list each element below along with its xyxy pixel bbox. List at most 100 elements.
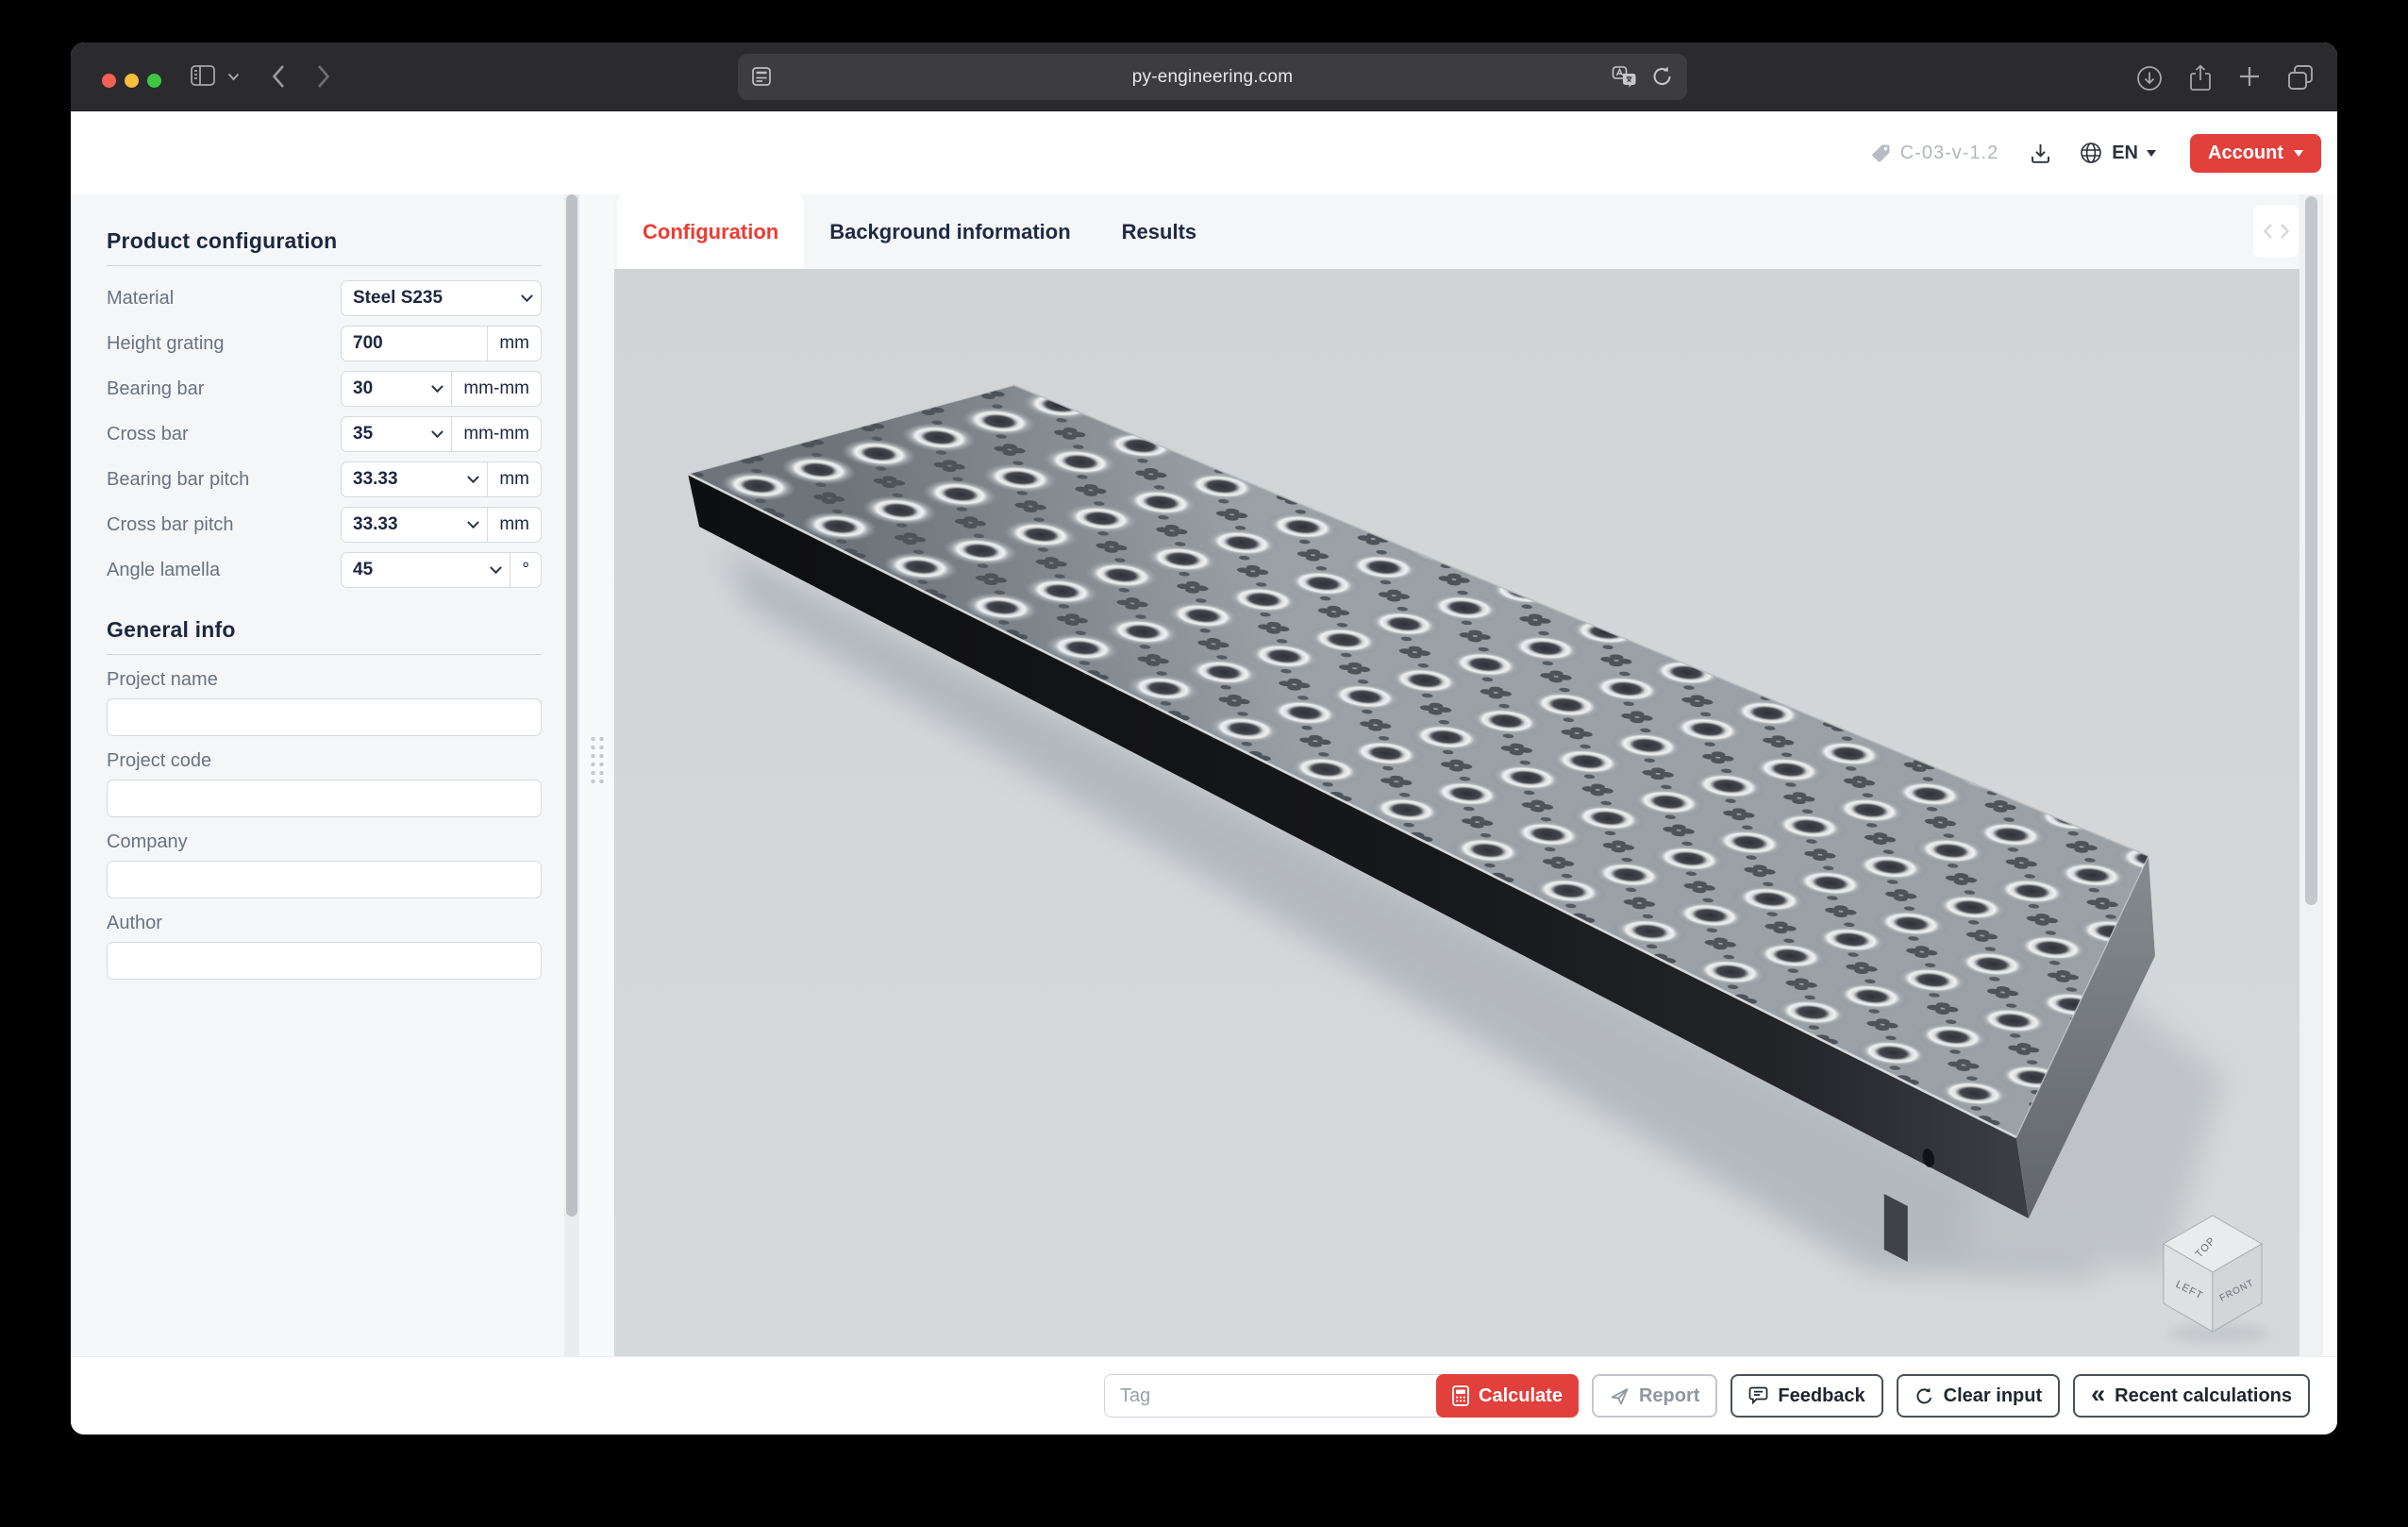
chevron-down-icon (423, 417, 451, 451)
recent-calculations-button[interactable]: « Recent calculations (2073, 1374, 2310, 1418)
browser-titlebar: py-engineering.com (71, 42, 2337, 111)
author-input[interactable] (107, 942, 542, 980)
calculator-icon (1452, 1385, 1469, 1406)
forward-icon (316, 63, 331, 90)
translate-icon[interactable] (1612, 65, 1636, 92)
zoom-window-button[interactable] (147, 74, 161, 88)
config-row-cross-bar: Cross bar 35 mm-mm (107, 411, 542, 457)
config-row-angle-lamella: Angle lamella 45 ° (107, 547, 542, 593)
pager-next-icon[interactable] (2280, 223, 2290, 240)
pager-prev-icon[interactable] (2263, 223, 2273, 240)
main-panel: Configuration Background information Res… (614, 194, 2299, 1356)
url-text: py-engineering.com (738, 67, 1687, 88)
tab-overview-button[interactable] (2286, 64, 2315, 97)
refresh-icon (1915, 1386, 1934, 1406)
chevron-down-icon (459, 508, 487, 542)
share-button[interactable] (2188, 64, 2213, 97)
cross-bar-unit: mm-mm (451, 417, 541, 451)
chevron-down-icon (423, 372, 451, 406)
account-button[interactable]: Account (2190, 134, 2321, 173)
new-tab-button[interactable] (2237, 64, 2262, 97)
tag-icon (1870, 143, 1892, 164)
cross-bar-pitch-select[interactable]: 33.33 (342, 508, 459, 542)
bearing-bar-pitch-unit: mm (487, 462, 541, 496)
sidebar-menu-chevron[interactable] (227, 73, 240, 81)
bearing-bar-select[interactable]: 30 (342, 372, 423, 406)
forward-button[interactable] (316, 63, 331, 90)
reader-icon[interactable] (751, 66, 772, 92)
sidebar-toggle-icon (190, 63, 216, 88)
bearing-bar-pitch-label: Bearing bar pitch (107, 469, 249, 491)
tag-input[interactable] (1104, 1374, 1491, 1418)
caret-down-icon (2294, 150, 2303, 161)
general-info-heading: General info (107, 617, 542, 655)
config-row-cross-bar-pitch: Cross bar pitch 33.33 mm (107, 502, 542, 547)
tab-results[interactable]: Results (1096, 194, 1222, 269)
config-row-bearing-bar-pitch: Bearing bar pitch 33.33 mm (107, 457, 542, 502)
project-code-input[interactable] (107, 780, 542, 817)
feedback-button[interactable]: Feedback (1731, 1374, 1882, 1418)
author-label: Author (107, 913, 542, 934)
reload-icon[interactable] (1651, 65, 1674, 92)
chevron-down-icon (227, 73, 240, 81)
language-selector[interactable]: EN (2079, 141, 2156, 165)
angle-lamella-label: Angle lamella (107, 560, 220, 581)
material-select[interactable]: Steel S235 (341, 280, 542, 316)
cross-bar-pitch-label: Cross bar pitch (107, 514, 234, 536)
tab-background-information[interactable]: Background information (804, 194, 1095, 269)
chevron-down-icon (512, 281, 541, 315)
clear-input-button[interactable]: Clear input (1897, 1374, 2060, 1418)
sidebar-scrollbar-thumb[interactable] (566, 194, 577, 1217)
configuration-sidebar: Product configuration Material Steel S23… (71, 194, 564, 1356)
company-label: Company (107, 831, 542, 853)
double-chevron-left-icon: « (2091, 1382, 2105, 1407)
drag-handle-icon (591, 737, 603, 783)
right-margin (2323, 194, 2337, 1356)
sidebar-toggle-button[interactable] (190, 63, 216, 88)
browser-window: py-engineering.com (71, 42, 2337, 1435)
back-button[interactable] (271, 63, 286, 90)
send-icon (1610, 1386, 1630, 1406)
bearing-bar-unit: mm-mm (451, 372, 541, 406)
config-row-bearing-bar: Bearing bar 30 mm-mm (107, 366, 542, 411)
config-row-material: Material Steel S235 (107, 276, 542, 321)
project-name-input[interactable] (107, 698, 542, 736)
app-header: C-03-v-1.2 EN Account (71, 111, 2337, 194)
bottom-toolbar: Calculate Report Feedback Clear input « … (71, 1356, 2337, 1435)
url-bar[interactable]: py-engineering.com (738, 54, 1687, 100)
cross-bar-label: Cross bar (107, 424, 189, 445)
main-scrollbar-thumb[interactable] (2305, 196, 2317, 905)
share-icon (2188, 64, 2213, 92)
bearing-bar-label: Bearing bar (107, 378, 204, 400)
project-code-label: Project code (107, 750, 542, 772)
version-text: C-03-v-1.2 (1900, 143, 1998, 164)
grating-3d-model: TOP LEFT FRONT (614, 269, 2299, 1356)
config-row-height-grating: Height grating mm (107, 321, 542, 366)
main-scrollbar[interactable] (2299, 194, 2323, 1356)
caret-down-icon (2147, 150, 2156, 161)
3d-viewport[interactable]: TOP LEFT FRONT (614, 269, 2299, 1356)
height-grating-input[interactable] (342, 327, 487, 361)
height-grating-unit: mm (487, 327, 541, 361)
project-name-label: Project name (107, 669, 542, 691)
bearing-bar-pitch-select[interactable]: 33.33 (342, 462, 459, 496)
tab-configuration[interactable]: Configuration (617, 194, 804, 269)
panel-resizer[interactable] (579, 194, 614, 1356)
sidebar-scrollbar[interactable] (564, 194, 579, 1356)
downloads-icon (2135, 64, 2164, 92)
language-label: EN (2112, 143, 2138, 164)
company-input[interactable] (107, 861, 542, 898)
minimize-window-button[interactable] (125, 74, 139, 88)
calculate-button[interactable]: Calculate (1436, 1374, 1579, 1418)
download-report-button[interactable] (2029, 142, 2052, 165)
tab-strip: Configuration Background information Res… (614, 194, 2299, 269)
report-button[interactable]: Report (1592, 1374, 1717, 1418)
back-icon (271, 63, 286, 90)
chevron-down-icon (459, 462, 487, 496)
close-window-button[interactable] (102, 74, 116, 88)
downloads-button[interactable] (2135, 64, 2164, 97)
product-configuration-heading: Product configuration (107, 228, 542, 266)
angle-lamella-select[interactable]: 45 (342, 553, 481, 587)
chevron-down-icon (481, 553, 510, 587)
cross-bar-select[interactable]: 35 (342, 417, 423, 451)
